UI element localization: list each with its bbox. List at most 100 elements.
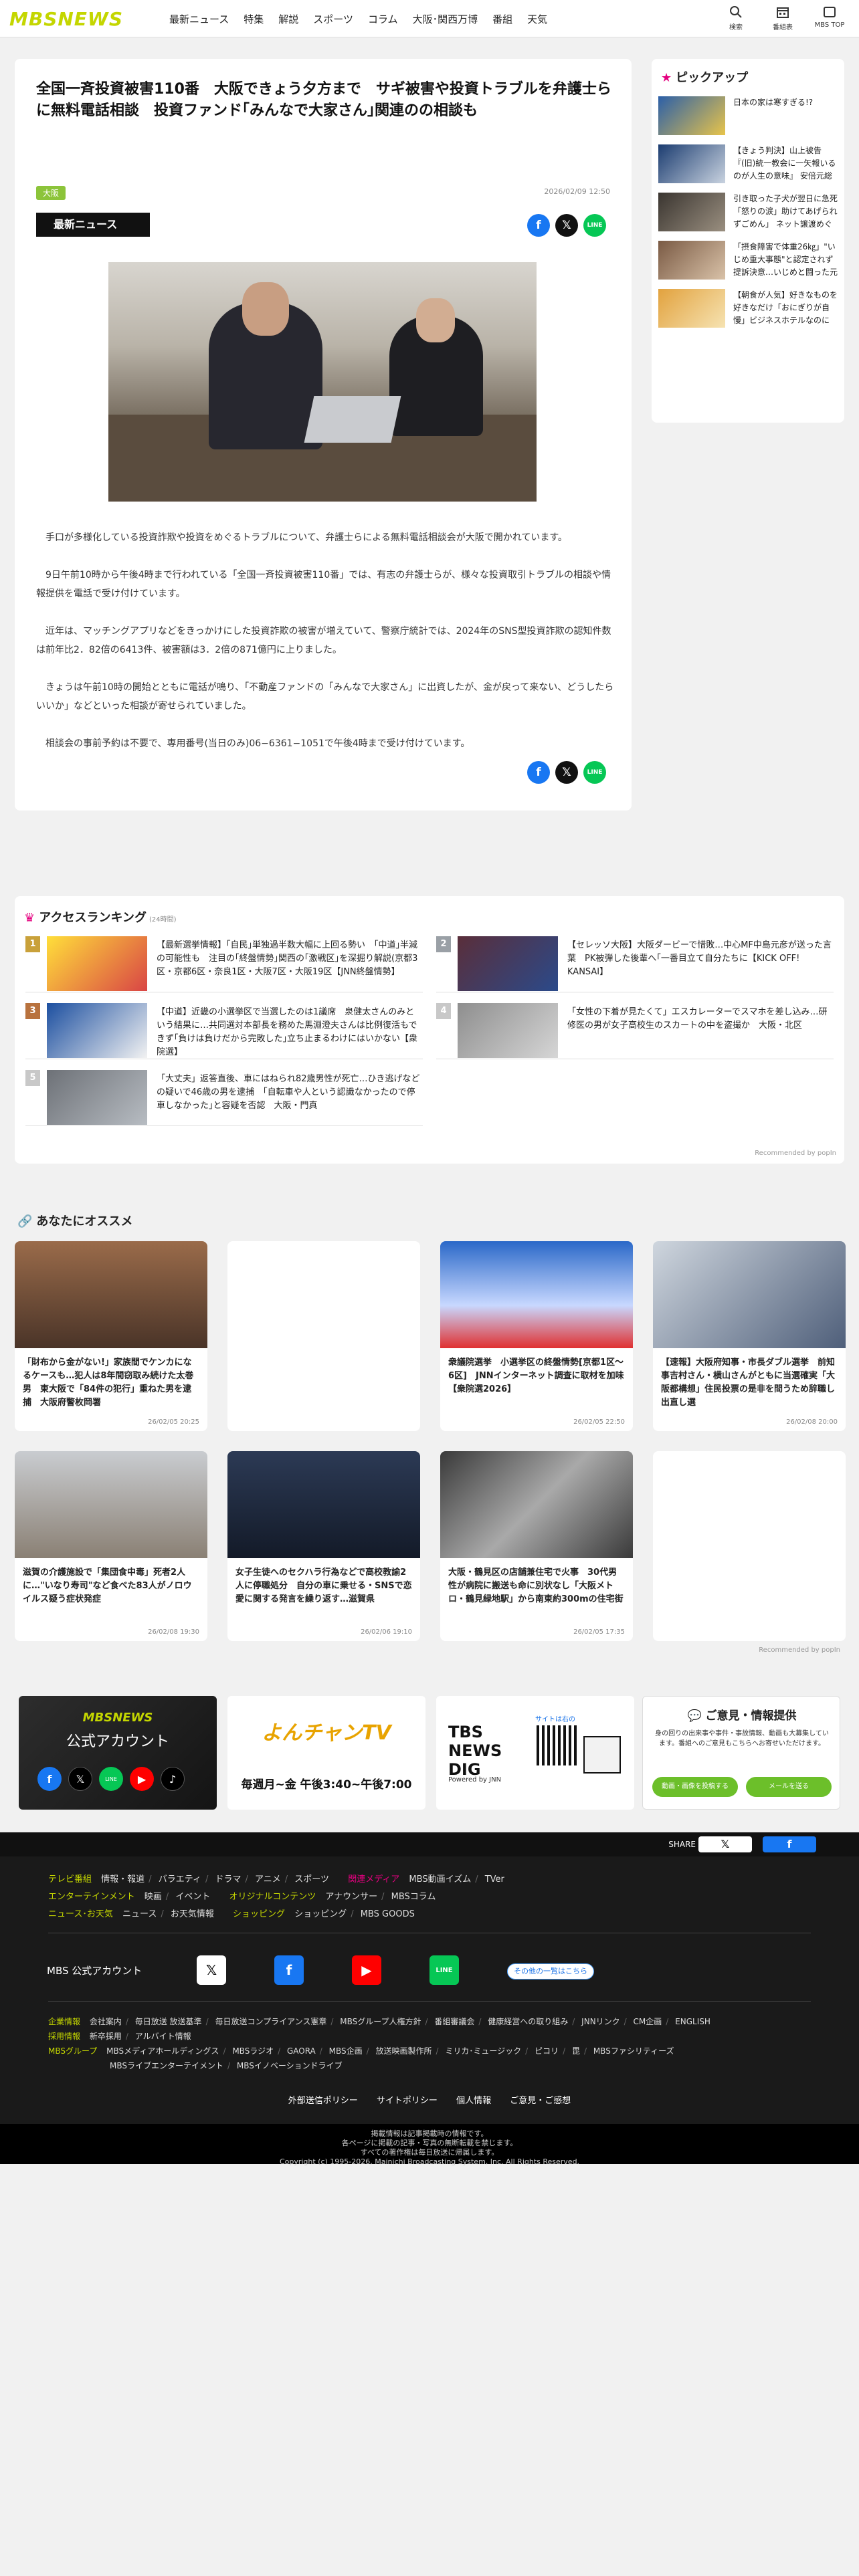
recommend-card-date: 26/02/05 22:50 bbox=[573, 1418, 625, 1426]
recommend-card[interactable]: 大阪・鶴見区の店舗兼住宅で火事 30代男性が病院に搬送も命に別状なし「大阪メトロ… bbox=[440, 1451, 633, 1641]
nav-weather[interactable]: 天気 bbox=[520, 12, 555, 26]
tbs-news-dig-banner[interactable]: TBS NEWS DIG Powered by JNN サイトは右の bbox=[436, 1696, 634, 1810]
recommend-card[interactable]: 衆議院選挙 小選挙区の終盤情勢[京都1区〜6区] JNNインターネット調査に取材… bbox=[440, 1241, 633, 1431]
footer-link[interactable]: MBSコラム bbox=[391, 1892, 436, 1902]
footer-link[interactable]: 新卒採用 bbox=[90, 2032, 122, 2041]
yonchan-tv-banner[interactable]: よんチャンTV 毎週月~金 午後3:40~午後7:00 bbox=[227, 1696, 425, 1810]
mbs-official-account-banner[interactable]: MBSNEWS 公式アカウント f 𝕏 LINE ▶ ♪ bbox=[19, 1696, 217, 1810]
footer-link[interactable]: MBSライブエンターテイメント bbox=[110, 2061, 223, 2070]
footer-link[interactable]: アルバイト情報 bbox=[135, 2032, 191, 2041]
upload-video-button[interactable]: 動画・画像を投稿する bbox=[652, 1777, 738, 1797]
popin-credit[interactable]: Recommended by popIn bbox=[755, 1150, 836, 1157]
footer-link[interactable]: MBS企画 bbox=[329, 2046, 363, 2056]
line-account-link[interactable]: LINE bbox=[430, 1955, 459, 1985]
footer-link[interactable]: 毘 bbox=[572, 2046, 580, 2056]
footer-link[interactable]: お天気情報 bbox=[171, 1909, 214, 1919]
ranking-item[interactable]: 1 【最新選挙情報】｢自民｣単独過半数大幅に上回る勢い ｢中道｣半減の可能性も … bbox=[25, 936, 423, 992]
x-share-button[interactable]: 𝕏 bbox=[555, 214, 578, 237]
recommend-card-empty[interactable] bbox=[653, 1451, 846, 1641]
pickup-thumbnail bbox=[658, 289, 725, 328]
pickup-item[interactable]: 日本の家は寒すぎる!? bbox=[658, 96, 838, 136]
facebook-share-button[interactable]: f bbox=[527, 761, 550, 784]
pickup-item[interactable]: 【きょう判決】山上被告『(旧)統一教会に一矢報いるのが人生の意味』 安倍元総理銃… bbox=[658, 144, 838, 185]
mbs-news-logo[interactable]: MBSNEWS bbox=[9, 8, 123, 30]
footer-link[interactable]: 会社案内 bbox=[90, 2017, 122, 2026]
more-accounts-link[interactable]: その他の一覧はこちら bbox=[507, 1963, 594, 1979]
pickup-item[interactable]: 引き取った子犬が翌日に急死「怒りの涙」助けてあげられずごめん」 ネット譲渡めぐり… bbox=[658, 193, 838, 233]
footer-link[interactable]: 映画 bbox=[145, 1892, 162, 1902]
footer-link[interactable]: 毎日放送 放送基準 bbox=[135, 2017, 202, 2026]
footer-link[interactable]: TVer bbox=[485, 1874, 504, 1885]
line-share-button[interactable]: LINE bbox=[583, 214, 606, 237]
youtube-account-link[interactable]: ▶ bbox=[352, 1955, 381, 1985]
search-button[interactable]: 検索 bbox=[716, 3, 756, 31]
ranking-item[interactable]: 5 「大丈夫」返答直後、車にはねられ82歳男性が死亡…ひき逃げなどの疑いで46歳… bbox=[25, 1070, 423, 1126]
footer-link[interactable]: アニメ bbox=[255, 1874, 281, 1885]
tiktok-icon: ♪ bbox=[161, 1767, 185, 1791]
recommend-card[interactable]: 【速報】大阪府知事・市長ダブル選挙 前知事吉村さん・横山さんがともに当選確実「大… bbox=[653, 1241, 846, 1431]
opinion-info-banner[interactable]: 💬 ご意見・情報提供 身の回りの出来事や事件・事故情報、動画も大募集しています。… bbox=[642, 1696, 840, 1810]
nav-sports[interactable]: スポーツ bbox=[306, 12, 361, 26]
footer-link[interactable]: 毎日放送コンプライアンス憲章 bbox=[215, 2017, 326, 2026]
footer-link[interactable]: MBSグループ人権方針 bbox=[340, 2017, 421, 2026]
footer-link[interactable]: ENGLISH bbox=[675, 2017, 710, 2026]
footer-link[interactable]: アナウンサー bbox=[325, 1892, 377, 1902]
program-guide-button[interactable]: 番組表 bbox=[763, 3, 803, 31]
nav-latest-news[interactable]: 最新ニュース bbox=[162, 12, 236, 26]
facebook-share-button[interactable]: f bbox=[527, 214, 550, 237]
footer-link[interactable]: ピコリ bbox=[535, 2046, 559, 2056]
pickup-item[interactable]: 【朝食が人気】好きなものを好きなだけ「おにぎりが自慢」ビジネスホテルなのに「宿泊… bbox=[658, 289, 838, 329]
footer-link[interactable]: 放送映画製作所 bbox=[376, 2046, 432, 2056]
footer-link[interactable]: 健康経営への取り組み bbox=[488, 2017, 568, 2026]
nav-column[interactable]: コラム bbox=[361, 12, 405, 26]
site-header: MBSNEWS 最新ニュース 特集 解説 スポーツ コラム 大阪･関西万博 番組… bbox=[0, 0, 859, 37]
footer-link[interactable]: バラエティ bbox=[159, 1874, 201, 1885]
footer-link[interactable]: スポーツ bbox=[294, 1874, 329, 1885]
recommend-card[interactable]: 滋賀の介護施設で「集団食中毒」死者2人に…"いなり寿司"など食べた83人がノロウ… bbox=[15, 1451, 207, 1641]
facebook-account-link[interactable]: f bbox=[274, 1955, 304, 1985]
footer-link[interactable]: GAORA bbox=[287, 2046, 316, 2056]
footer-facebook-share-button[interactable]: f bbox=[763, 1836, 816, 1852]
footer-link[interactable]: MBSイノベーションドライブ bbox=[237, 2061, 343, 2070]
footer-link[interactable]: CM企画 bbox=[634, 2017, 662, 2026]
banner-title-wrap: 💬 ご意見・情報提供 bbox=[687, 1709, 797, 1723]
banner-subtitle: Powered by JNN bbox=[448, 1776, 502, 1784]
footer-link[interactable]: ミリカ･ミュージック bbox=[445, 2046, 521, 2056]
x-share-button[interactable]: 𝕏 bbox=[555, 761, 578, 784]
recommend-card-empty[interactable] bbox=[227, 1241, 420, 1431]
x-account-link[interactable]: 𝕏 bbox=[197, 1955, 226, 1985]
footer-link[interactable]: MBSファシリティーズ bbox=[593, 2046, 674, 2056]
legal-link[interactable]: 外部送信ポリシー bbox=[288, 2096, 358, 2106]
legal-link[interactable]: ご意見・ご感想 bbox=[510, 2096, 571, 2106]
footer-link[interactable]: ショッピング bbox=[294, 1909, 347, 1919]
footer-link[interactable]: 情報・報道 bbox=[101, 1874, 145, 1885]
region-badge[interactable]: 大阪 bbox=[36, 186, 66, 200]
nav-programs[interactable]: 番組 bbox=[485, 12, 520, 26]
footer-link[interactable]: ニュース bbox=[122, 1909, 157, 1919]
recommend-card[interactable]: 「財布から金がない!」家族間でケンカになるケースも…犯人は8年間窃取み続けた太巻… bbox=[15, 1241, 207, 1431]
pickup-item[interactable]: 「摂食障害で体重26㎏」"いじめ重大事態"と認定されず提訴決意…いじめと闘った元… bbox=[658, 241, 838, 281]
footer-link[interactable]: MBSメディアホールディングス bbox=[106, 2046, 219, 2056]
footer-link[interactable]: MBS GOODS bbox=[361, 1909, 415, 1919]
popin-credit[interactable]: Recommended by popIn bbox=[759, 1646, 840, 1654]
nav-expo[interactable]: 大阪･関西万博 bbox=[405, 12, 486, 26]
footer-link[interactable]: ドラマ bbox=[215, 1874, 241, 1885]
legal-link[interactable]: サイトポリシー bbox=[377, 2096, 438, 2106]
footer-link[interactable]: MBS動画イズム bbox=[409, 1874, 471, 1885]
footer-link[interactable]: イベント bbox=[175, 1892, 210, 1902]
footer-x-share-button[interactable]: 𝕏 bbox=[698, 1836, 752, 1852]
footer-link[interactable]: JNNリンク bbox=[581, 2017, 620, 2026]
ranking-item[interactable]: 4 「女性の下着が見たくて」エスカレーターでスマホを差し込み…研修医の男が女子高… bbox=[436, 1003, 834, 1059]
pickup-thumbnail bbox=[658, 241, 725, 280]
nav-analysis[interactable]: 解説 bbox=[271, 12, 306, 26]
footer-link[interactable]: MBSラジオ bbox=[232, 2046, 274, 2056]
ranking-item[interactable]: 3 【中道】近畿の小選挙区で当選したのは1議席 泉健太さんのみという結果に…共同… bbox=[25, 1003, 423, 1059]
send-mail-button[interactable]: メールを送る bbox=[746, 1777, 832, 1797]
footer-link[interactable]: 番組審議会 bbox=[434, 2017, 474, 2026]
nav-features[interactable]: 特集 bbox=[236, 12, 271, 26]
mbs-top-button[interactable]: MBS TOP bbox=[809, 3, 850, 31]
recommend-card[interactable]: 女子生徒へのセクハラ行為などで高校教諭2人に停職処分 自分の車に乗せる・SNSで… bbox=[227, 1451, 420, 1641]
ranking-item[interactable]: 2 【セレッソ大阪】大阪ダービーで惜敗…中心MF中島元彦が送った言葉 PK被弾し… bbox=[436, 936, 834, 992]
legal-link[interactable]: 個人情報 bbox=[456, 2096, 491, 2106]
line-share-button[interactable]: LINE bbox=[583, 761, 606, 784]
